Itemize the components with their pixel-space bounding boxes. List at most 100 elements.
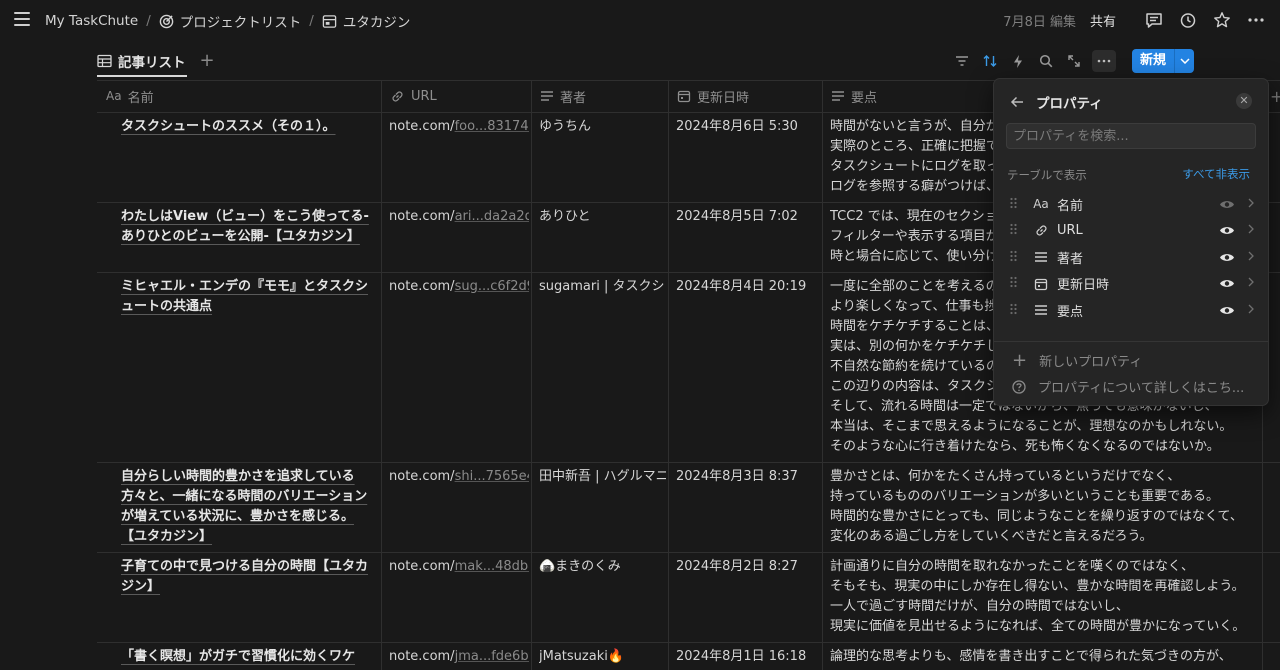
chevron-right-icon[interactable]	[1248, 304, 1254, 317]
drag-handle-icon[interactable]	[1010, 197, 1020, 212]
star-icon[interactable]	[1212, 10, 1232, 30]
more-options-icon[interactable]	[1092, 50, 1116, 72]
table-cell-date[interactable]: 2024年8月5日 7:02	[676, 207, 820, 227]
edited-timestamp[interactable]: 7月8日 編集	[1003, 11, 1076, 30]
breadcrumb-page[interactable]: ユタカジン	[343, 11, 411, 31]
eye-icon[interactable]	[1218, 250, 1236, 264]
column-header-author[interactable]: 著者	[540, 80, 665, 112]
chevron-right-icon[interactable]	[1248, 198, 1254, 211]
table-cell-date[interactable]: 2024年8月3日 8:37	[676, 467, 820, 487]
drag-handle-icon[interactable]	[1010, 276, 1020, 291]
menu-icon[interactable]	[14, 12, 30, 26]
table-cell-date[interactable]: 2024年8月1日 16:18	[676, 647, 820, 667]
table-cell-gist[interactable]: 豊かさとは、何かをたくさん持っているというだけでなく、 持っているもののバリエーシ…	[830, 467, 1260, 547]
breadcrumb-workspace[interactable]: My TaskChute	[45, 13, 138, 29]
calendar-icon	[677, 89, 691, 103]
property-row[interactable]: 要点	[1010, 298, 1254, 322]
drag-handle-icon[interactable]	[1010, 303, 1020, 318]
column-header-label: URL	[411, 88, 437, 104]
table-cell-date[interactable]: 2024年8月4日 20:19	[676, 277, 820, 297]
breadcrumb-project-list[interactable]: プロジェクトリスト	[180, 11, 302, 31]
table-cell-url[interactable]: note.com/sug...c6f2d9	[389, 277, 529, 297]
drag-handle-icon[interactable]	[1010, 223, 1020, 238]
eye-icon[interactable]	[1218, 303, 1236, 317]
view-bar: 記事リスト +	[97, 50, 215, 72]
table-cell-url[interactable]: note.com/foo...831740	[389, 117, 529, 137]
table-cell-author[interactable]: ゆうちん	[539, 117, 666, 137]
table-cell-url[interactable]: note.com/mak...48dba6	[389, 557, 529, 577]
gist-line: そもそも、現実の中にしか存在し得ない、豊かな時間を再確認しよう。	[830, 579, 1245, 594]
gist-line: 本当は、そこまで思えるようになることが、理想なのかもしれない。	[830, 419, 1233, 434]
table-cell-author[interactable]: ありひと	[539, 207, 666, 227]
row-title-line: 方々と、一緒になる時間のバリエーション	[121, 489, 368, 504]
divider	[994, 341, 1268, 342]
table-cell-gist[interactable]: 論理的な思考よりも、感情を書き出すことで得られた気づきの方が、	[830, 647, 1260, 667]
text-icon	[540, 90, 554, 102]
property-row[interactable]: URL	[1010, 219, 1254, 243]
learn-more-link[interactable]: プロパティについて詳しくはこち...	[1012, 377, 1244, 396]
row-title-line: 子育ての中で見つける自分の時間【ユタカ	[121, 559, 369, 574]
comment-icon[interactable]	[1144, 10, 1164, 30]
column-header-url[interactable]: URL	[390, 80, 528, 112]
gist-line: 現実に価値を見出せるようになれば、全ての時間が豊かになっていく。	[830, 619, 1246, 634]
table-cell-url[interactable]: note.com/shi...7565e4	[389, 467, 529, 487]
history-icon[interactable]	[1178, 10, 1198, 30]
hide-all-button[interactable]: すべて非表示	[1182, 166, 1250, 182]
table-cell-name[interactable]: 「書く瞑想」がガチで習慣化に効くワケ	[121, 647, 375, 667]
url-path: mak...48dba6	[454, 559, 529, 574]
search-icon[interactable]	[1036, 51, 1056, 71]
chevron-down-icon[interactable]	[1174, 49, 1195, 73]
table-cell-author[interactable]: sugamari | タスクシュ	[539, 277, 666, 297]
table-cell-author[interactable]: 田中新吾 | ハグルマニ	[539, 467, 666, 487]
property-search-input[interactable]	[1006, 123, 1256, 149]
table-cell-date[interactable]: 2024年8月6日 5:30	[676, 117, 820, 137]
automation-icon[interactable]	[1008, 51, 1028, 71]
table-cell-date[interactable]: 2024年8月2日 8:27	[676, 557, 820, 577]
drag-handle-icon[interactable]	[1010, 250, 1020, 265]
share-button[interactable]: 共有	[1090, 11, 1116, 30]
add-view-icon[interactable]: +	[200, 52, 215, 70]
filter-icon[interactable]	[952, 51, 972, 71]
table-cell-author[interactable]: jMatsuzaki🔥	[539, 647, 666, 667]
table-cell-author[interactable]: 🍙まきのくみ	[539, 557, 666, 577]
add-column-icon[interactable]: +	[1270, 87, 1280, 106]
table-cell-name[interactable]: タスクシュートのススメ（その１）。	[121, 117, 375, 137]
sort-icon[interactable]	[980, 51, 1000, 71]
column-divider	[668, 80, 669, 670]
property-row[interactable]: 著者	[1010, 245, 1254, 269]
view-tab-article-list[interactable]: 記事リスト	[97, 51, 186, 71]
gist-line: 持っているもののバリエーションが多いということも重要である。	[830, 489, 1219, 504]
row-divider	[97, 552, 1280, 553]
breadcrumb-separator: /	[309, 13, 314, 29]
column-header-date[interactable]: 更新日時	[677, 80, 819, 112]
chevron-right-icon[interactable]	[1248, 251, 1254, 264]
table-cell-url[interactable]: note.com/ari...da2a2d	[389, 207, 529, 227]
eye-icon[interactable]	[1218, 197, 1236, 211]
table-cell-gist[interactable]: 計画通りに自分の時間を取れなかったことを嘆くのではなく、 そもそも、現実の中にしか…	[830, 557, 1260, 637]
property-row[interactable]: Aa 名前	[1010, 192, 1254, 216]
new-property-button[interactable]: + 新しいプロパティ	[1012, 351, 1142, 370]
expand-icon[interactable]	[1064, 51, 1084, 71]
property-label: URL	[1057, 223, 1083, 238]
row-title-line: ジン】	[121, 579, 161, 594]
back-arrow-icon[interactable]	[1010, 96, 1024, 108]
close-icon[interactable]: ✕	[1236, 93, 1252, 109]
text-icon	[831, 90, 845, 102]
chevron-right-icon[interactable]	[1248, 224, 1254, 237]
row-title-line: 自分らしい時間的豊かさを追求している	[121, 469, 355, 484]
column-divider	[381, 80, 382, 670]
property-row[interactable]: 更新日時	[1010, 272, 1254, 296]
eye-icon[interactable]	[1218, 277, 1236, 291]
property-label: 著者	[1057, 251, 1084, 267]
more-icon[interactable]	[1246, 10, 1266, 30]
table-cell-name[interactable]: ミヒャエル・エンデの『モモ』とタスクシ ュートの共通点	[121, 277, 375, 317]
table-cell-name[interactable]: 子育ての中で見つける自分の時間【ユタカ ジン】	[121, 557, 375, 597]
column-header-name[interactable]: Aa 名前	[106, 80, 378, 112]
table-cell-name[interactable]: 自分らしい時間的豊かさを追求している 方々と、一緒になる時間のバリエーション が増え…	[121, 467, 375, 547]
title-type-icon: Aa	[106, 89, 122, 103]
table-cell-url[interactable]: note.com/jma...fde6bf	[389, 647, 529, 667]
eye-icon[interactable]	[1218, 224, 1236, 238]
chevron-right-icon[interactable]	[1248, 277, 1254, 290]
table-cell-name[interactable]: わたしはView（ビュー）をこう使ってる- ありひとのビューを公開-【ユタカジン】	[121, 207, 375, 247]
new-button[interactable]: 新規	[1132, 49, 1175, 73]
